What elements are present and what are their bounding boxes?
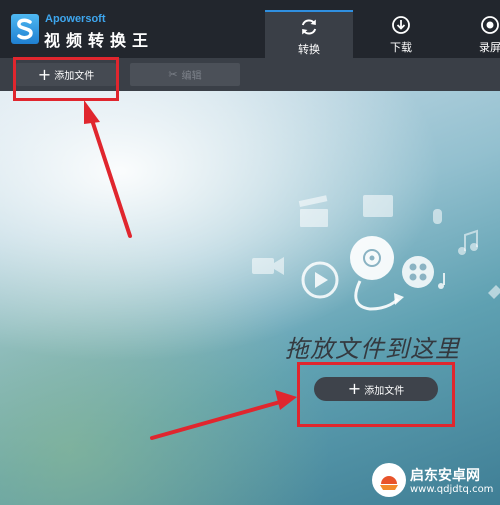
logo-s-icon: [17, 18, 33, 40]
tab-record-label: 录屏: [479, 41, 500, 54]
tab-convert[interactable]: 转换: [265, 10, 353, 58]
title-bar: Apowersoft 视频转换王 转换 下载 录屏: [0, 0, 500, 58]
annotation-box-center-add: [297, 362, 455, 427]
film-reel-icon: [402, 256, 434, 288]
edit-button[interactable]: ✂ 编辑: [130, 63, 240, 86]
site-watermark: 启东安卓网 www.qdjdtq.com: [372, 463, 500, 503]
download-icon: [392, 16, 410, 34]
film-icon: [363, 195, 393, 217]
record-icon: [481, 16, 499, 34]
watermark-url: www.qdjdtq.com: [410, 484, 494, 495]
brand-name: Apowersoft: [45, 13, 106, 25]
android-logo-icon: [380, 476, 398, 490]
video-camera-icon: [252, 258, 274, 274]
tab-download-label: 下载: [390, 41, 412, 54]
edit-label: 编辑: [181, 71, 202, 82]
app-logo: [11, 14, 39, 44]
microphone-icon: [433, 209, 442, 224]
tab-record[interactable]: 录屏: [449, 10, 500, 58]
scissors-icon: ✂: [168, 68, 178, 81]
drop-hint-text: 拖放文件到这里: [285, 335, 460, 363]
tab-convert-label: 转换: [298, 43, 320, 56]
curved-arrow-icon: [354, 280, 400, 311]
drop-zone[interactable]: 拖放文件到这里 + 添加文件 启东安卓网 www.qdjdtq.com: [0, 91, 500, 505]
app-title: 视频转换王: [44, 31, 155, 50]
refresh-icon: [301, 19, 317, 35]
watermark-logo: [372, 463, 406, 497]
tab-download[interactable]: 下载: [357, 10, 445, 58]
annotation-box-toolbar-add: [13, 57, 119, 101]
watermark-title: 启东安卓网: [410, 468, 480, 484]
clapper-icon: [300, 209, 328, 227]
